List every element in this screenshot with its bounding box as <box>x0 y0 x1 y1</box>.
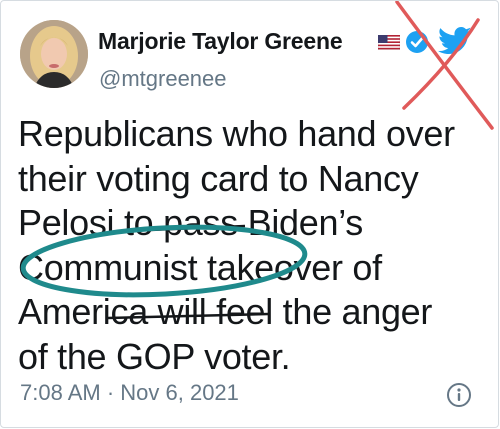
tweet-line: Communist takeover of <box>18 246 382 288</box>
tweet-line: Republicans who hand over <box>18 113 455 154</box>
tweet-line: of the GOP voter. <box>18 335 291 377</box>
tweet-line: America will feel the anger <box>18 291 433 332</box>
tweet-line: their voting card to Nancy <box>18 157 419 199</box>
cross-mark-stroke <box>395 0 494 130</box>
info-icon[interactable] <box>446 382 472 408</box>
tweet-text: Republicans who hand over their voting c… <box>18 112 488 379</box>
avatar[interactable] <box>20 20 88 88</box>
tweet-timestamp[interactable]: 7:08 AM · Nov 6, 2021 <box>20 380 239 406</box>
tweet-line: Pelosi to pass Biden’s <box>18 202 363 243</box>
verified-badge-icon <box>406 31 428 53</box>
handle[interactable]: @mtgreenee <box>99 66 227 92</box>
us-flag-icon <box>378 35 400 50</box>
tweet-card[interactable]: Marjorie Taylor Greene @mtgreenee Republ… <box>0 0 500 429</box>
profile-photo <box>20 20 88 88</box>
twitter-bird-icon[interactable] <box>438 26 472 56</box>
display-name[interactable]: Marjorie Taylor Greene <box>98 28 343 55</box>
